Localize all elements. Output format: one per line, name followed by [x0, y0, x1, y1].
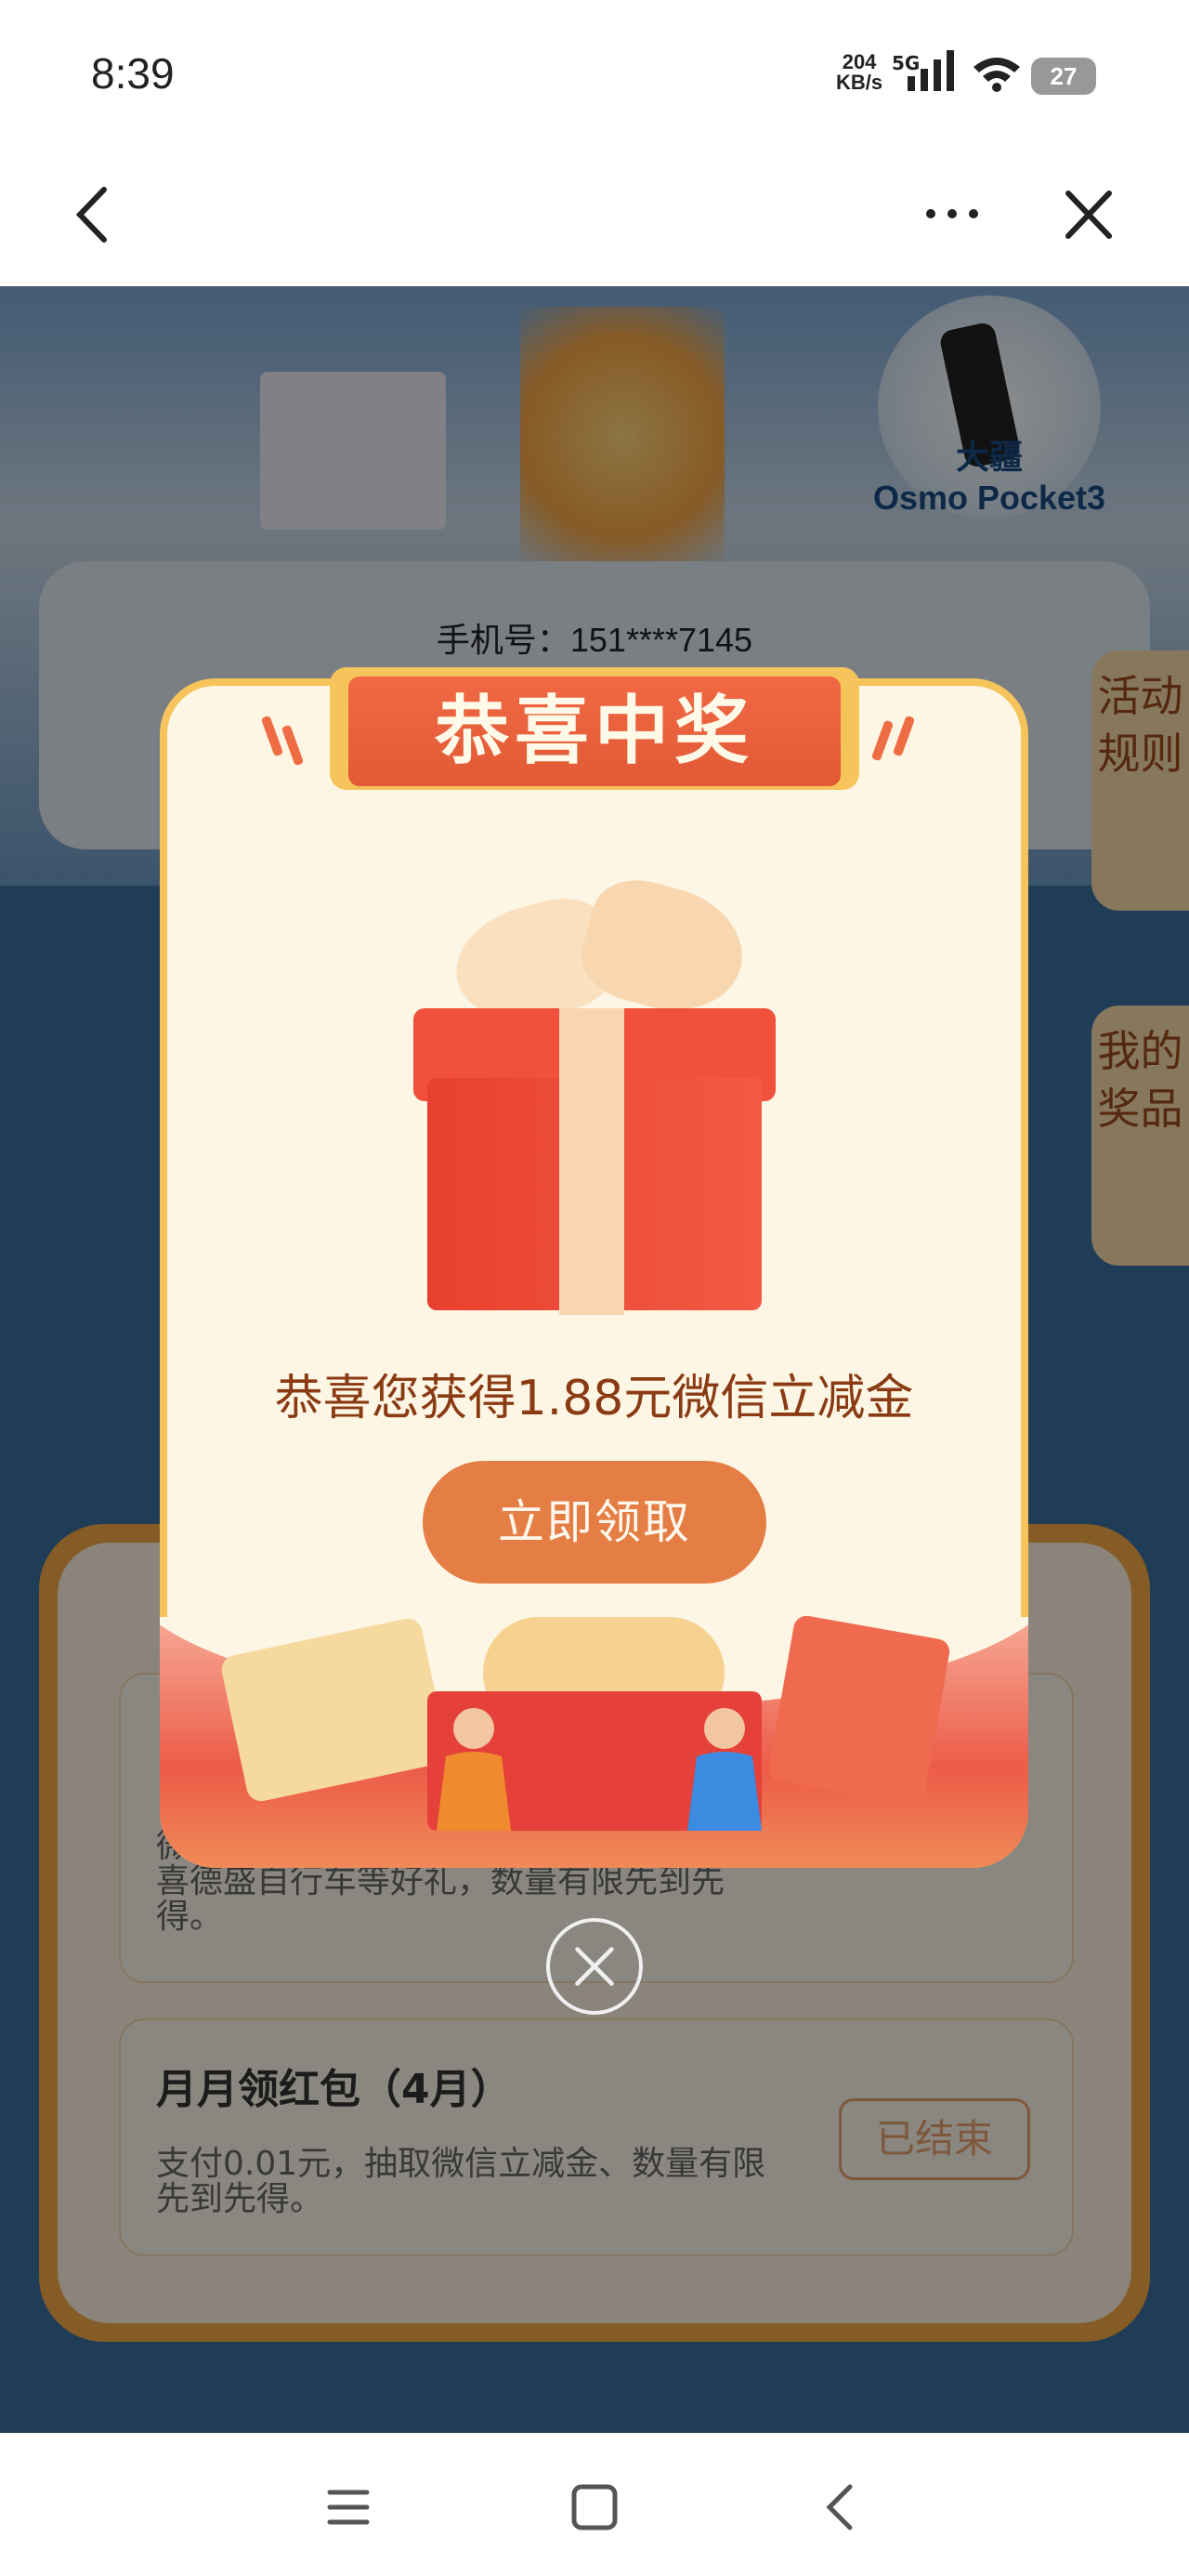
battery-level: 27 [1050, 62, 1078, 90]
battery-icon: 27 [1031, 58, 1096, 95]
status-time: 8:39 [91, 49, 175, 98]
net-speed-value: 204 [842, 50, 877, 73]
close-icon[interactable] [1059, 182, 1118, 247]
home-icon[interactable] [567, 2479, 622, 2535]
status-bar: 8:39 204 KB/s 5G 27 [0, 0, 1189, 158]
net-speed: 204 KB/s [836, 52, 882, 93]
menu-icon[interactable] [320, 2479, 376, 2535]
net-speed-unit: KB/s [836, 71, 883, 94]
signal-icon [908, 50, 954, 91]
gift-ribbon-strip [559, 1008, 624, 1315]
claim-button[interactable]: 立即领取 [423, 1461, 766, 1584]
wifi-icon [973, 58, 1020, 92]
prize-message: 恭喜您获得1.88元微信立减金 [274, 1371, 914, 1426]
celebrating-people-icon [437, 1708, 762, 1831]
system-back-icon[interactable] [813, 2479, 869, 2535]
nav-bar [0, 158, 1189, 286]
modal-title: 恭喜中奖 [348, 677, 841, 786]
back-icon[interactable] [65, 182, 121, 247]
close-circle-icon[interactable] [546, 1918, 643, 2015]
more-icon[interactable] [920, 195, 985, 232]
